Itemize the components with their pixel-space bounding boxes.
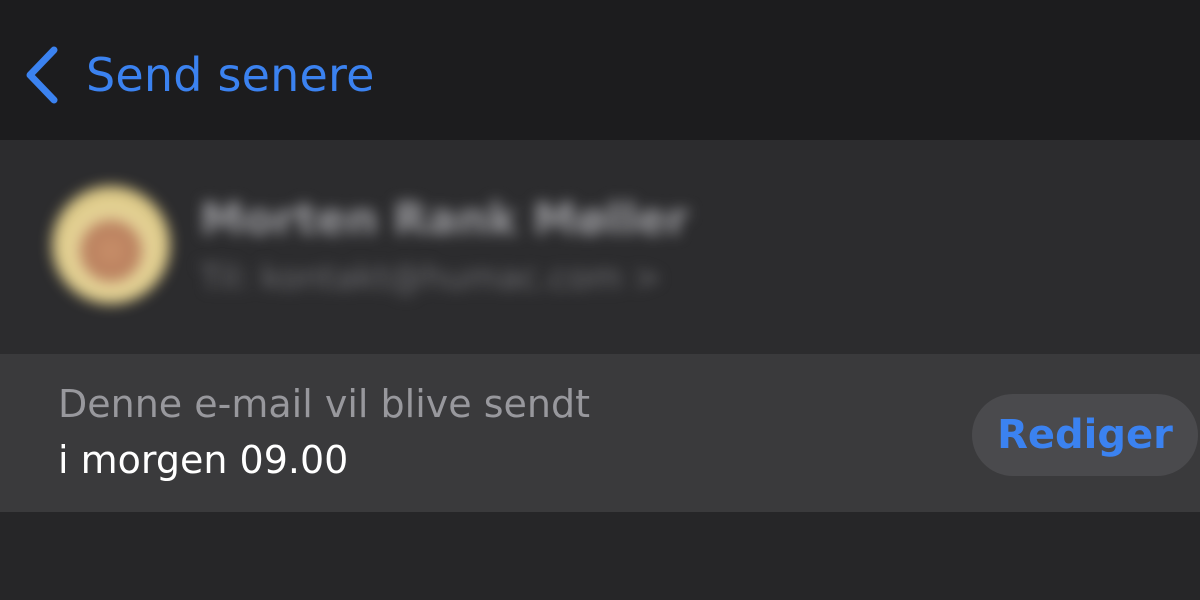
schedule-time: i morgen 09.00 bbox=[58, 438, 349, 482]
avatar bbox=[52, 186, 170, 304]
back-button[interactable]: Send senere bbox=[22, 40, 375, 110]
navigation-bar: Send senere bbox=[0, 0, 1200, 140]
sender-name: Morten Rank Møller bbox=[200, 194, 689, 245]
edit-button[interactable]: Rediger bbox=[972, 394, 1198, 476]
sender-card: Morten Rank Møller Til: kontakt@humac.co… bbox=[0, 140, 1200, 354]
schedule-caption: Denne e-mail vil blive sendt bbox=[58, 382, 590, 426]
recipient-line: Til: kontakt@humac.com > bbox=[200, 258, 662, 298]
chevron-left-icon bbox=[26, 46, 58, 104]
back-button-label: Send senere bbox=[86, 48, 375, 102]
schedule-row: Denne e-mail vil blive sendt i morgen 09… bbox=[0, 354, 1200, 512]
